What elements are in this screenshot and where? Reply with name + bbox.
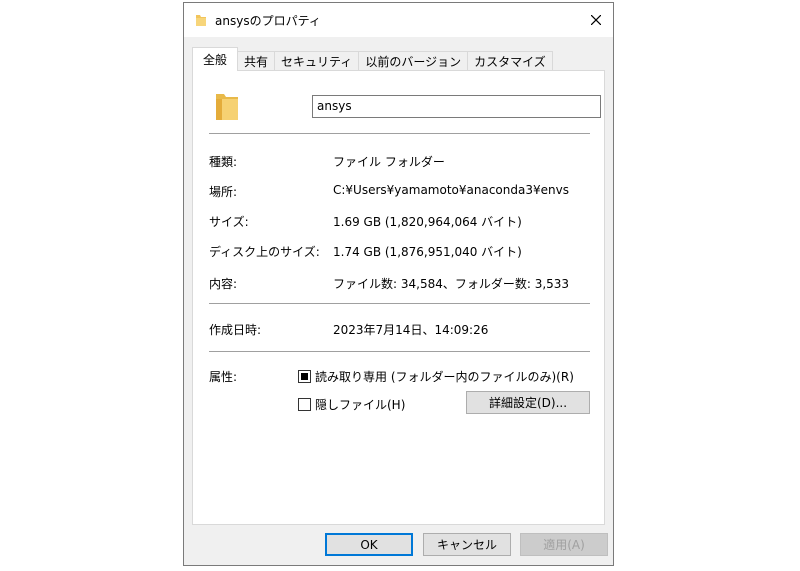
separator	[209, 133, 590, 134]
folder-icon	[196, 15, 206, 26]
cancel-button[interactable]: キャンセル	[423, 533, 511, 556]
folder-name-input[interactable]: ansys	[312, 95, 601, 118]
tab-general[interactable]: 全般	[192, 47, 239, 71]
ok-button[interactable]: OK	[325, 533, 413, 556]
readonly-checkbox-row[interactable]: 読み取り専用 (フォルダー内のファイルのみ)(R)	[298, 368, 574, 385]
folder-large-icon	[216, 94, 238, 120]
created-value: 2023年7月14日、14:09:26	[333, 323, 489, 337]
general-panel: ansys 種類: ファイル フォルダー 場所: C:¥Users¥yamamo…	[192, 70, 605, 525]
size-label: サイズ:	[209, 215, 249, 229]
attributes-label: 属性:	[209, 370, 238, 384]
size-value: 1.69 GB (1,820,964,064 バイト)	[333, 215, 522, 229]
hidden-checkbox-row[interactable]: 隠しファイル(H)	[298, 396, 405, 413]
location-value: C:¥Users¥yamamoto¥anaconda3¥envs	[333, 183, 569, 197]
tab-security[interactable]: セキュリティ	[274, 51, 360, 71]
close-icon	[591, 15, 601, 25]
contents-value: ファイル数: 34,584、フォルダー数: 3,533	[333, 277, 570, 291]
hidden-checkbox[interactable]	[298, 398, 311, 411]
size-on-disk-value: 1.74 GB (1,876,951,040 バイト)	[333, 245, 522, 259]
title-bar: ansysのプロパティ	[184, 3, 613, 37]
tab-sharing[interactable]: 共有	[237, 51, 276, 71]
created-label: 作成日時:	[209, 323, 262, 337]
tab-strip: 全般 共有 セキュリティ 以前のバージョン カスタマイズ	[192, 47, 553, 71]
tab-customize[interactable]: カスタマイズ	[467, 51, 553, 71]
hidden-label: 隠しファイル(H)	[315, 398, 406, 412]
tab-previous-versions[interactable]: 以前のバージョン	[358, 51, 469, 71]
close-button[interactable]	[579, 3, 613, 37]
separator	[209, 351, 590, 352]
contents-label: 内容:	[209, 277, 238, 291]
apply-button: 適用(A)	[520, 533, 608, 556]
properties-window: ansysのプロパティ 全般 共有 セキュリティ 以前のバージョン カスタマイズ…	[183, 2, 614, 566]
readonly-checkbox[interactable]	[298, 370, 311, 383]
advanced-button[interactable]: 詳細設定(D)...	[466, 391, 590, 414]
separator	[209, 303, 590, 304]
window-title: ansysのプロパティ	[215, 14, 321, 28]
type-label: 種類:	[209, 155, 238, 169]
type-value: ファイル フォルダー	[333, 155, 445, 169]
size-on-disk-label: ディスク上のサイズ:	[209, 245, 320, 259]
readonly-label: 読み取り専用 (フォルダー内のファイルのみ)(R)	[315, 370, 574, 384]
location-label: 場所:	[209, 185, 238, 199]
